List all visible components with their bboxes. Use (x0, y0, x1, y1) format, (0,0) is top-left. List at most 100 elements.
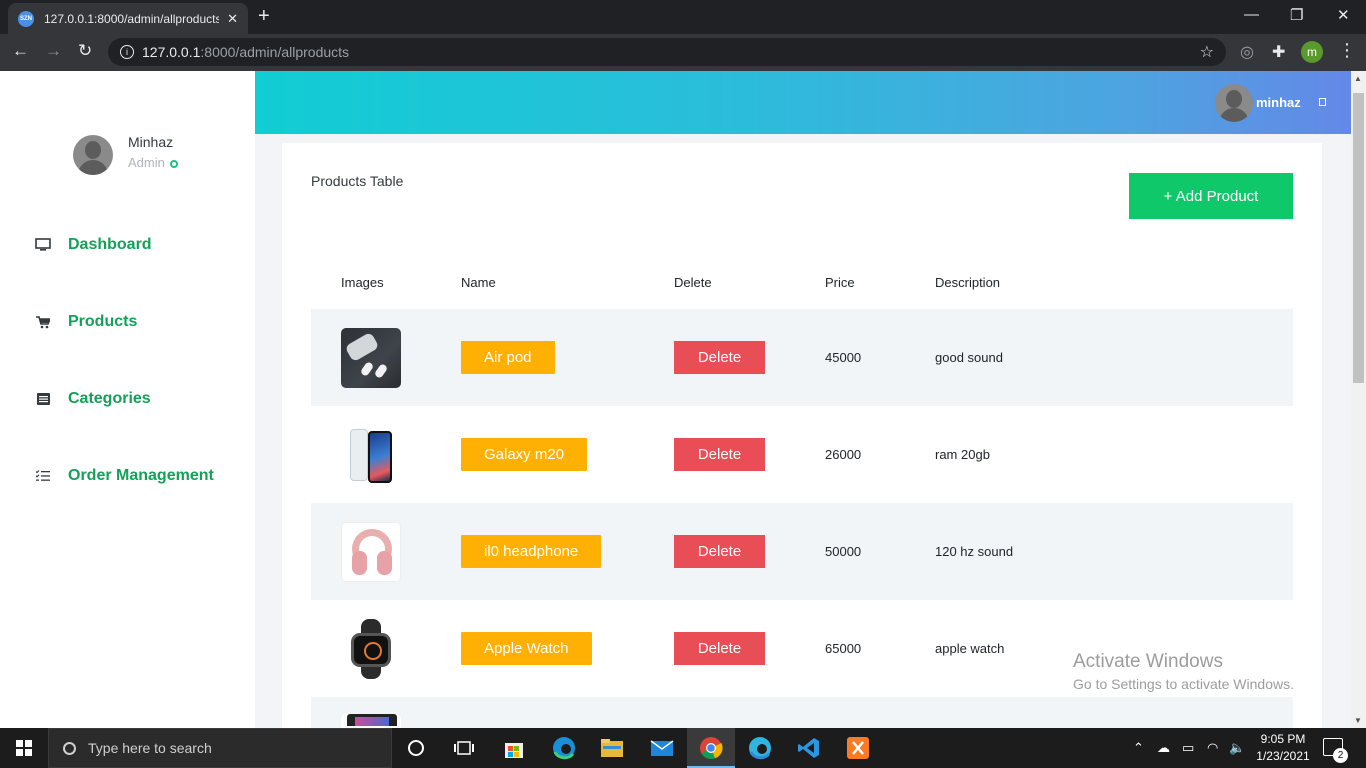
image-cell (341, 600, 401, 697)
clock-time: 9:05 PM (1260, 732, 1306, 746)
restore-icon[interactable]: ❐ (1290, 6, 1303, 24)
header-user-name[interactable]: minhaz (1256, 95, 1301, 110)
site-info-icon[interactable]: i (120, 45, 134, 59)
product-image-airpod (341, 327, 401, 388)
watermark-title: Activate Windows (1073, 651, 1223, 672)
bookmark-star-icon[interactable]: ☆ (1200, 42, 1214, 62)
extensions-puzzle-icon[interactable]: ✚ (1272, 42, 1285, 62)
name-cell: Apple Watch (461, 600, 592, 697)
list-box-icon (34, 393, 52, 405)
product-name-badge[interactable]: Galaxy m20 (461, 438, 588, 471)
sidebar-user-name: Minhaz (128, 134, 174, 150)
minimize-icon[interactable]: — (1244, 6, 1259, 23)
forward-icon[interactable]: → (45, 41, 62, 61)
product-name-badge[interactable]: Air pod (461, 341, 555, 374)
delete-button[interactable]: Delete (674, 341, 765, 374)
url-path: :8000/admin/allproducts (200, 44, 350, 60)
window-close-icon[interactable]: ✕ (1337, 6, 1350, 24)
delete-cell: Delete (674, 503, 765, 600)
wifi-icon[interactable]: ◠ (1207, 740, 1218, 756)
browser-menu-icon[interactable]: ⋮ (1338, 40, 1356, 61)
sidebar-item-categories[interactable]: Categories (34, 390, 151, 408)
sidebar-item-label: Dashboard (68, 236, 152, 253)
column-header-images: Images (341, 275, 384, 290)
delete-button[interactable]: Delete (674, 438, 765, 471)
reload-icon[interactable]: ↻ (78, 41, 92, 61)
sidebar-item-products[interactable]: Products (34, 313, 137, 331)
product-name-badge[interactable]: il0 headphone (461, 535, 602, 568)
sidebar-user-role-wrap: Admin (128, 155, 178, 170)
address-bar[interactable]: i 127.0.0.1 :8000/admin/allproducts ☆ (108, 38, 1226, 66)
onedrive-icon[interactable]: ☁ (1157, 740, 1170, 756)
file-explorer-icon[interactable] (598, 734, 626, 762)
name-cell: Air pod (461, 309, 555, 406)
show-hidden-icons-icon[interactable]: ⌃ (1133, 740, 1144, 756)
checklist-icon (34, 470, 52, 482)
product-image-galaxy (341, 424, 401, 485)
description-cell: ram 20gb (935, 447, 990, 462)
product-image-headphone (341, 521, 401, 582)
sidebar-item-label: Order Management (68, 467, 214, 484)
vscode-icon[interactable] (795, 734, 823, 762)
sidebar-item-order-management[interactable]: Order Management (34, 467, 214, 485)
task-view-icon[interactable] (450, 734, 478, 762)
add-product-button[interactable]: + Add Product (1129, 173, 1293, 219)
sidebar-item-label: Products (68, 313, 138, 330)
volume-icon[interactable]: 🔈 (1229, 740, 1245, 756)
description-cell: 120 hz sound (935, 544, 1014, 559)
new-tab-icon[interactable]: + (258, 5, 270, 28)
sidebar: Minhaz Admin Dashboard Products Categori… (0, 71, 255, 728)
column-header-delete: Delete (674, 275, 712, 290)
image-cell (341, 503, 401, 600)
delete-cell: Delete (674, 309, 765, 406)
tab-close-icon[interactable]: ✕ (227, 11, 238, 27)
product-name-badge[interactable]: Apple Watch (461, 632, 592, 665)
browser-toolbar: ← → ↻ i 127.0.0.1 :8000/admin/allproduct… (0, 34, 1366, 71)
name-cell: il0 headphone (461, 503, 602, 600)
sidebar-item-label: Categories (68, 390, 151, 407)
user-avatar (73, 135, 113, 175)
header-user-avatar[interactable] (1215, 84, 1253, 122)
browser-tab-bar: SZN 127.0.0.1:8000/admin/allproducts ✕ +… (0, 0, 1366, 34)
image-cell (341, 406, 401, 503)
site-favicon-icon: SZN (18, 10, 34, 27)
chrome-icon[interactable] (697, 734, 725, 762)
image-cell (341, 309, 401, 406)
delete-cell: Delete (674, 406, 765, 503)
page-title: Products Table (311, 173, 404, 189)
profile-avatar[interactable]: m (1301, 41, 1323, 63)
edge-icon[interactable] (550, 734, 578, 762)
table-header: Images Name Delete Price Description (311, 275, 1293, 309)
taskbar-search-input[interactable]: Type here to search (48, 728, 392, 768)
taskbar-clock[interactable]: 9:05 PM 1/23/2021 (1253, 731, 1313, 765)
monitor-icon (34, 238, 52, 252)
scroll-down-icon[interactable]: ▼ (1354, 716, 1362, 725)
scroll-up-icon[interactable]: ▲ (1354, 74, 1362, 83)
search-icon (63, 741, 76, 755)
microsoft-store-icon[interactable] (500, 734, 528, 762)
extension-circle-icon[interactable]: ◎ (1240, 42, 1254, 62)
user-menu-icon[interactable] (1319, 98, 1326, 106)
table-row: il0 headphone Delete 50000 120 hz sound (311, 503, 1293, 600)
cart-icon (34, 315, 52, 329)
table-row: Air pod Delete 45000 good sound (311, 309, 1293, 406)
windows-start-icon[interactable] (16, 740, 32, 756)
tab-title: 127.0.0.1:8000/admin/allproducts (44, 11, 220, 26)
back-icon[interactable]: ← (12, 41, 29, 61)
scrollbar-thumb[interactable] (1353, 93, 1364, 383)
top-header: minhaz (255, 71, 1351, 134)
edge-new-icon[interactable] (746, 734, 774, 762)
table-row: Galaxy m20 Delete 26000 ram 20gb (311, 406, 1293, 503)
page-scrollbar[interactable]: ▲ ▼ (1351, 71, 1366, 728)
delete-button[interactable]: Delete (674, 535, 765, 568)
browser-tab[interactable]: SZN 127.0.0.1:8000/admin/allproducts ✕ (8, 3, 248, 34)
mail-icon[interactable] (648, 734, 676, 762)
delete-button[interactable]: Delete (674, 632, 765, 665)
column-header-description: Description (935, 275, 1001, 290)
xampp-icon[interactable] (844, 734, 872, 762)
network-battery-icon[interactable]: ▭ (1182, 740, 1194, 756)
cortana-icon[interactable] (402, 734, 430, 762)
name-cell: Galaxy m20 (461, 406, 588, 503)
windows-taskbar: Type here to search ⌃ ☁ ▭ ◠ 🔈 9:05 PM 1/… (0, 728, 1366, 768)
sidebar-item-dashboard[interactable]: Dashboard (34, 236, 152, 254)
